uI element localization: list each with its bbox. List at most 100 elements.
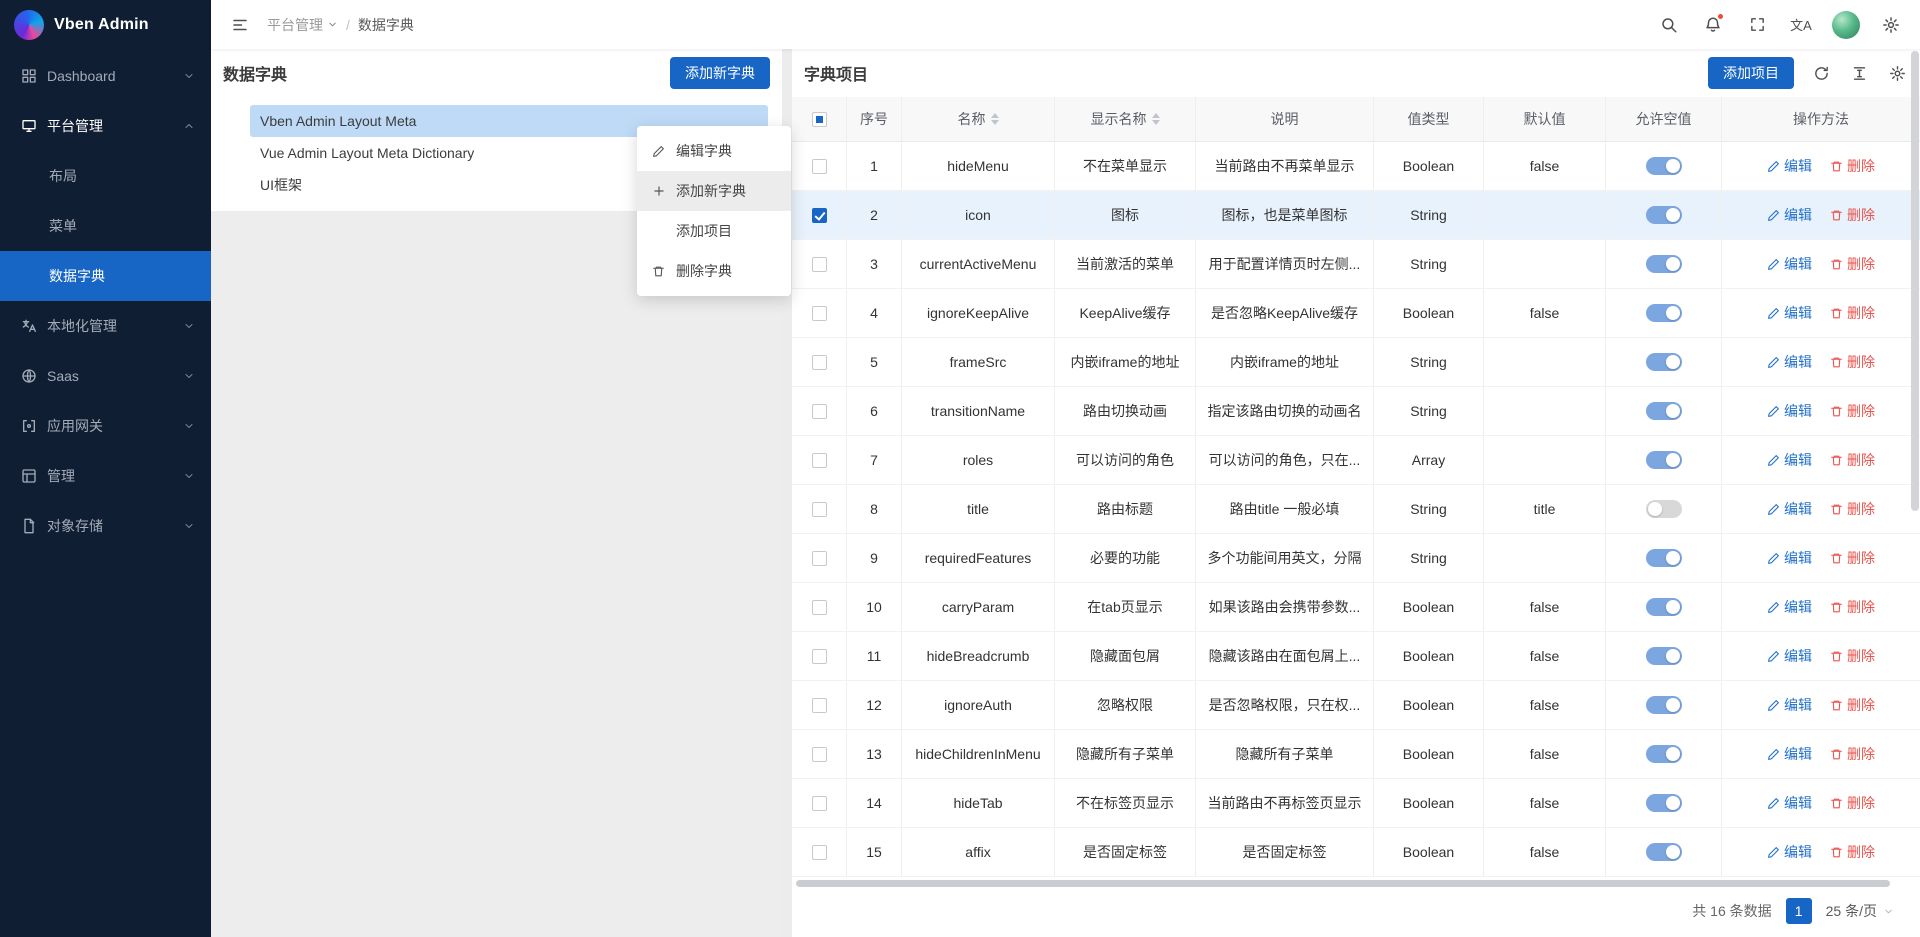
context-menu-item[interactable]: 编辑字典 bbox=[637, 131, 791, 171]
delete-link[interactable]: 删除 bbox=[1830, 352, 1875, 372]
menu-collapse-icon[interactable] bbox=[227, 12, 253, 38]
delete-link[interactable]: 删除 bbox=[1830, 450, 1875, 470]
row-checkbox[interactable] bbox=[812, 796, 827, 811]
column-header-name[interactable]: 名称 bbox=[902, 97, 1055, 141]
page-size-select[interactable]: 25 条/页 bbox=[1826, 901, 1894, 921]
trash-icon bbox=[1830, 748, 1843, 761]
nullable-toggle[interactable] bbox=[1646, 598, 1682, 616]
breadcrumb-section[interactable]: 平台管理 bbox=[267, 15, 338, 35]
delete-link[interactable]: 删除 bbox=[1830, 597, 1875, 617]
nullable-toggle[interactable] bbox=[1646, 549, 1682, 567]
edit-link[interactable]: 编辑 bbox=[1767, 597, 1812, 617]
sidebar-item-object-storage[interactable]: 对象存储 bbox=[0, 501, 211, 551]
nullable-toggle[interactable] bbox=[1646, 353, 1682, 371]
edit-link[interactable]: 编辑 bbox=[1767, 695, 1812, 715]
delete-link[interactable]: 删除 bbox=[1830, 401, 1875, 421]
row-checkbox[interactable] bbox=[812, 208, 827, 223]
page-number-button[interactable]: 1 bbox=[1786, 898, 1812, 924]
edit-link[interactable]: 编辑 bbox=[1767, 548, 1812, 568]
row-checkbox[interactable] bbox=[812, 502, 827, 517]
delete-link[interactable]: 删除 bbox=[1830, 156, 1875, 176]
nullable-toggle[interactable] bbox=[1646, 402, 1682, 420]
column-header-display-name[interactable]: 显示名称 bbox=[1055, 97, 1196, 141]
delete-link[interactable]: 删除 bbox=[1830, 548, 1875, 568]
delete-link[interactable]: 删除 bbox=[1830, 303, 1875, 323]
settings-gear-icon[interactable] bbox=[1878, 12, 1904, 38]
vertical-scrollbar-thumb[interactable] bbox=[1911, 51, 1919, 511]
add-dictionary-button[interactable]: 添加新字典 bbox=[670, 57, 770, 89]
sidebar-item-localization[interactable]: 本地化管理 bbox=[0, 301, 211, 351]
table-settings-gear-icon[interactable] bbox=[1886, 62, 1908, 84]
add-item-button[interactable]: 添加项目 bbox=[1708, 57, 1794, 89]
delete-link[interactable]: 删除 bbox=[1830, 254, 1875, 274]
sidebar-item-menu[interactable]: 菜单 bbox=[0, 201, 211, 251]
horizontal-scrollbar[interactable] bbox=[796, 880, 1890, 887]
notification-bell-icon[interactable] bbox=[1700, 12, 1726, 38]
nullable-toggle[interactable] bbox=[1646, 304, 1682, 322]
edit-link[interactable]: 编辑 bbox=[1767, 793, 1812, 813]
nullable-toggle[interactable] bbox=[1646, 255, 1682, 273]
user-avatar[interactable] bbox=[1832, 11, 1860, 39]
edit-link[interactable]: 编辑 bbox=[1767, 303, 1812, 323]
row-checkbox[interactable] bbox=[812, 159, 827, 174]
sidebar-item-platform-management[interactable]: 平台管理 bbox=[0, 101, 211, 151]
row-checkbox[interactable] bbox=[812, 453, 827, 468]
edit-link[interactable]: 编辑 bbox=[1767, 156, 1812, 176]
row-checkbox[interactable] bbox=[812, 355, 827, 370]
nullable-toggle[interactable] bbox=[1646, 647, 1682, 665]
context-menu-item[interactable]: 删除字典 bbox=[637, 251, 791, 291]
select-all-checkbox[interactable] bbox=[812, 112, 827, 127]
row-checkbox[interactable] bbox=[812, 845, 827, 860]
edit-link[interactable]: 编辑 bbox=[1767, 744, 1812, 764]
delete-link[interactable]: 删除 bbox=[1830, 744, 1875, 764]
nullable-toggle[interactable] bbox=[1646, 157, 1682, 175]
edit-link[interactable]: 编辑 bbox=[1767, 842, 1812, 862]
context-menu-item[interactable]: 添加项目 bbox=[637, 211, 791, 251]
nullable-toggle[interactable] bbox=[1646, 206, 1682, 224]
nullable-toggle[interactable] bbox=[1646, 843, 1682, 861]
row-checkbox[interactable] bbox=[812, 551, 827, 566]
search-icon[interactable] bbox=[1656, 12, 1682, 38]
edit-link[interactable]: 编辑 bbox=[1767, 401, 1812, 421]
sidebar-item-data-dictionary[interactable]: 数据字典 bbox=[0, 251, 211, 301]
sidebar-item-saas[interactable]: Saas bbox=[0, 351, 211, 401]
app-logo[interactable]: Vben Admin bbox=[0, 0, 211, 49]
edit-link[interactable]: 编辑 bbox=[1767, 646, 1812, 666]
delete-link[interactable]: 删除 bbox=[1830, 842, 1875, 862]
edit-link[interactable]: 编辑 bbox=[1767, 450, 1812, 470]
row-checkbox[interactable] bbox=[812, 306, 827, 321]
row-checkbox[interactable] bbox=[812, 649, 827, 664]
delete-link[interactable]: 删除 bbox=[1830, 499, 1875, 519]
nullable-toggle[interactable] bbox=[1646, 500, 1682, 518]
sort-carets[interactable] bbox=[991, 113, 999, 125]
delete-link[interactable]: 删除 bbox=[1830, 793, 1875, 813]
delete-link[interactable]: 删除 bbox=[1830, 205, 1875, 225]
context-menu-item[interactable]: 添加新字典 bbox=[637, 171, 791, 211]
row-checkbox[interactable] bbox=[812, 257, 827, 272]
refresh-icon[interactable] bbox=[1810, 62, 1832, 84]
row-checkbox[interactable] bbox=[812, 404, 827, 419]
edit-link[interactable]: 编辑 bbox=[1767, 205, 1812, 225]
sort-carets[interactable] bbox=[1152, 113, 1160, 125]
sidebar-item-layout[interactable]: 布局 bbox=[0, 151, 211, 201]
row-checkbox[interactable] bbox=[812, 747, 827, 762]
nullable-toggle[interactable] bbox=[1646, 451, 1682, 469]
delete-link[interactable]: 删除 bbox=[1830, 695, 1875, 715]
sidebar-item-dashboard[interactable]: Dashboard bbox=[0, 51, 211, 101]
row-checkbox[interactable] bbox=[812, 698, 827, 713]
nullable-toggle[interactable] bbox=[1646, 696, 1682, 714]
translate-icon[interactable]: 文A bbox=[1788, 12, 1814, 38]
vertical-scrollbar[interactable] bbox=[1911, 51, 1919, 933]
delete-link[interactable]: 删除 bbox=[1830, 646, 1875, 666]
edit-link[interactable]: 编辑 bbox=[1767, 499, 1812, 519]
edit-link[interactable]: 编辑 bbox=[1767, 254, 1812, 274]
cell-description: 指定该路由切换的动画名 bbox=[1196, 387, 1374, 435]
sidebar-item-app-gateway[interactable]: 应用网关 bbox=[0, 401, 211, 451]
edit-link[interactable]: 编辑 bbox=[1767, 352, 1812, 372]
sidebar-item-management[interactable]: 管理 bbox=[0, 451, 211, 501]
fullscreen-icon[interactable] bbox=[1744, 12, 1770, 38]
row-checkbox[interactable] bbox=[812, 600, 827, 615]
nullable-toggle[interactable] bbox=[1646, 794, 1682, 812]
nullable-toggle[interactable] bbox=[1646, 745, 1682, 763]
row-height-icon[interactable] bbox=[1848, 62, 1870, 84]
